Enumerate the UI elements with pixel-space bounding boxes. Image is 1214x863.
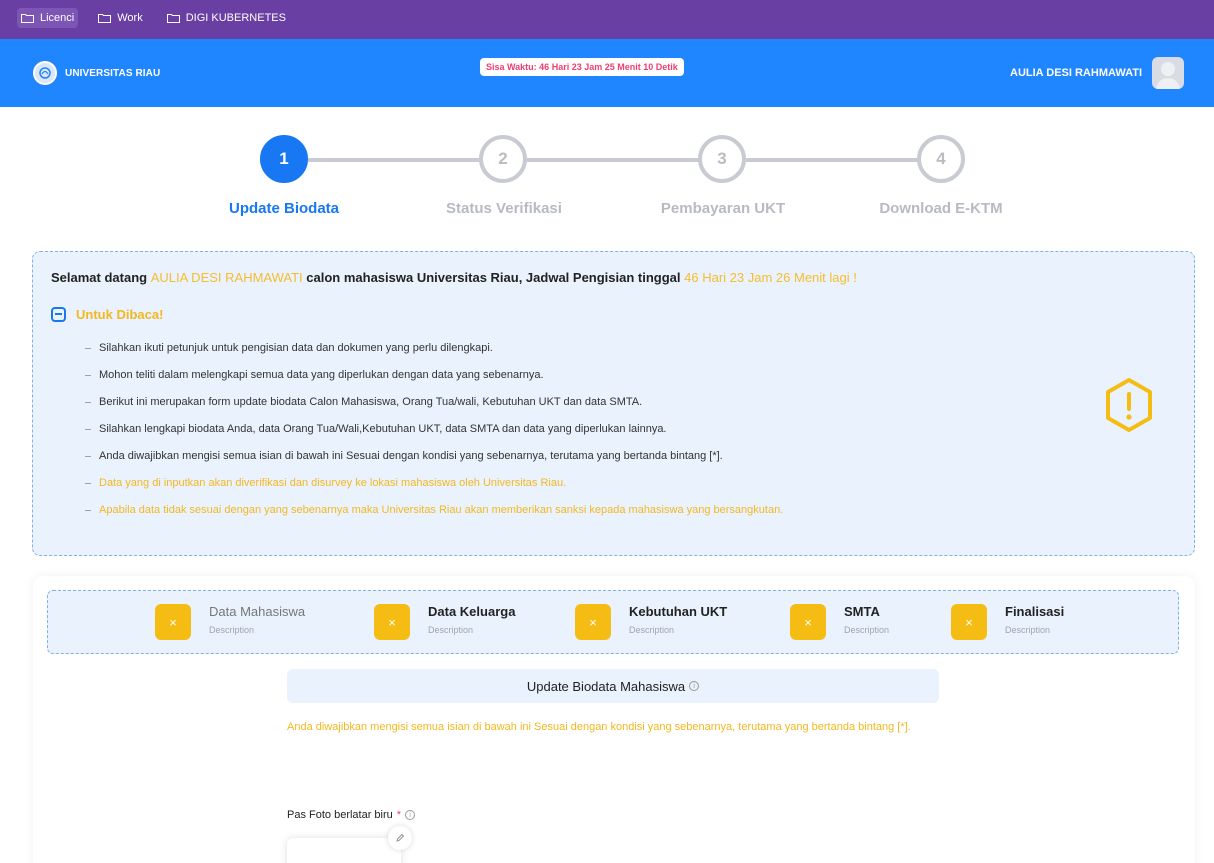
info-icon[interactable]: i <box>405 810 416 820</box>
list-item: Berikut ini merupakan form update biodat… <box>85 389 1194 416</box>
tab-kebutuhan-ukt[interactable]: × Kebutuhan UKT Description <box>575 604 727 640</box>
bookmarks-bar: Licenci Work DIGI KUBERNETES <box>0 0 1214 39</box>
close-icon: × <box>155 604 191 640</box>
welcome-prefix: Selamat datang <box>51 270 148 285</box>
tab-description: Description <box>629 625 675 635</box>
instruction-list: Silahkan ikuti petunjuk untuk pengisian … <box>85 335 1194 524</box>
bookmark-licenci[interactable]: Licenci <box>17 8 79 28</box>
list-item: Apabila data tidak sesuai dengan yang se… <box>85 497 1194 524</box>
tab-title: SMTA <box>844 604 880 619</box>
step-1-label[interactable]: Update Biodata <box>229 200 339 217</box>
step-2-circle[interactable]: 2 <box>479 135 527 183</box>
tab-description: Description <box>1005 625 1051 635</box>
list-item: Silahkan ikuti petunjuk untuk pengisian … <box>85 335 1194 362</box>
form-wizard-tabs: × Data Mahasiswa Description × Data Kelu… <box>47 590 1179 654</box>
countdown-timer: Sisa Waktu: 46 Hari 23 Jam 25 Menit 10 D… <box>480 58 684 76</box>
required-mark: * <box>396 809 402 821</box>
folder-icon <box>98 14 112 23</box>
tab-description: Description <box>209 625 255 635</box>
close-icon: × <box>790 604 826 640</box>
collapse-minus-icon[interactable] <box>51 307 66 322</box>
step-3-circle[interactable]: 3 <box>698 135 746 183</box>
folder-icon <box>166 14 180 23</box>
tab-title: Data Keluarga <box>428 604 516 619</box>
notice-panel: Selamat datang AULIA DESI RAHMAWATI calo… <box>32 251 1195 556</box>
list-item: Data yang di inputkan akan diverifikasi … <box>85 470 1194 497</box>
section-title: Update Biodata Mahasiswa <box>526 678 686 694</box>
form-warning-text: Anda diwajibkan mengisi semua isian di b… <box>287 721 911 733</box>
list-item: Silahkan lengkapi biodata Anda, data Ora… <box>85 416 1194 443</box>
tab-description: Description <box>844 625 890 635</box>
read-section-toggle[interactable]: Untuk Dibaca! <box>51 307 1194 322</box>
user-menu[interactable]: AULIA DESI RAHMAWATI <box>1010 57 1184 89</box>
step-3-label[interactable]: Pembayaran UKT <box>661 200 785 217</box>
bookmark-label: Work <box>117 12 143 24</box>
step-connector <box>746 158 918 162</box>
welcome-middle: calon mahasiswa Universitas Riau, Jadwal… <box>306 270 681 285</box>
tab-description: Description <box>428 625 474 635</box>
bookmark-digi-kubernetes[interactable]: DIGI KUBERNETES <box>163 8 290 28</box>
welcome-name: AULIA DESI RAHMAWATI <box>150 270 303 285</box>
tab-title: Kebutuhan UKT <box>629 604 728 619</box>
step-connector <box>308 158 480 162</box>
close-icon: × <box>575 604 611 640</box>
close-icon: × <box>951 604 987 640</box>
tab-title: Data Mahasiswa <box>209 604 306 619</box>
tab-title: Finalisasi <box>1005 604 1065 619</box>
bookmark-label: Licenci <box>40 12 75 24</box>
brand[interactable]: UNIVERSITAS RIAU <box>33 61 160 85</box>
edit-photo-button[interactable] <box>388 826 412 850</box>
list-item: Mohon teliti dalam melengkapi semua data… <box>85 362 1194 389</box>
form-card: × Data Mahasiswa Description × Data Kelu… <box>33 576 1195 863</box>
section-header: Update Biodata Mahasiswa i <box>287 669 939 703</box>
tab-finalisasi[interactable]: × Finalisasi Description <box>951 604 1064 640</box>
step-1-circle[interactable]: 1 <box>260 135 308 183</box>
brand-name: UNIVERSITAS RIAU <box>65 67 161 79</box>
bookmark-work[interactable]: Work <box>94 8 146 28</box>
avatar[interactable] <box>1152 57 1184 89</box>
step-2-label[interactable]: Status Verifikasi <box>446 200 562 217</box>
step-4-circle[interactable]: 4 <box>917 135 965 183</box>
warning-hexagon-icon <box>1106 378 1152 432</box>
tab-smta[interactable]: × SMTA Description <box>790 604 889 640</box>
info-icon[interactable]: i <box>689 681 700 691</box>
tab-data-keluarga[interactable]: × Data Keluarga Description <box>374 604 515 640</box>
tab-data-mahasiswa[interactable]: × Data Mahasiswa Description <box>155 604 305 640</box>
pencil-icon <box>396 833 405 842</box>
welcome-message: Selamat datang AULIA DESI RAHMAWATI calo… <box>51 270 1194 285</box>
step-4-label[interactable]: Download E-KTM <box>879 200 1002 217</box>
welcome-time: 46 Hari 23 Jam 26 Menit lagi ! <box>684 270 857 285</box>
read-title: Untuk Dibaca! <box>76 307 164 322</box>
university-logo-icon <box>33 61 57 85</box>
photo-label-text: Pas Foto berlatar biru <box>287 809 393 821</box>
progress-stepper: 1 2 3 4 Update Biodata Status Verifikasi… <box>0 107 1214 247</box>
close-icon: × <box>374 604 410 640</box>
step-connector <box>527 158 699 162</box>
bookmark-label: DIGI KUBERNETES <box>185 12 286 24</box>
photo-field-label: Pas Foto berlatar biru * i <box>287 809 416 821</box>
user-name: AULIA DESI RAHMAWATI <box>1010 67 1142 79</box>
photo-upload-preview[interactable] <box>287 838 401 863</box>
list-item: Anda diwajibkan mengisi semua isian di b… <box>85 443 1194 470</box>
folder-icon <box>21 14 34 23</box>
